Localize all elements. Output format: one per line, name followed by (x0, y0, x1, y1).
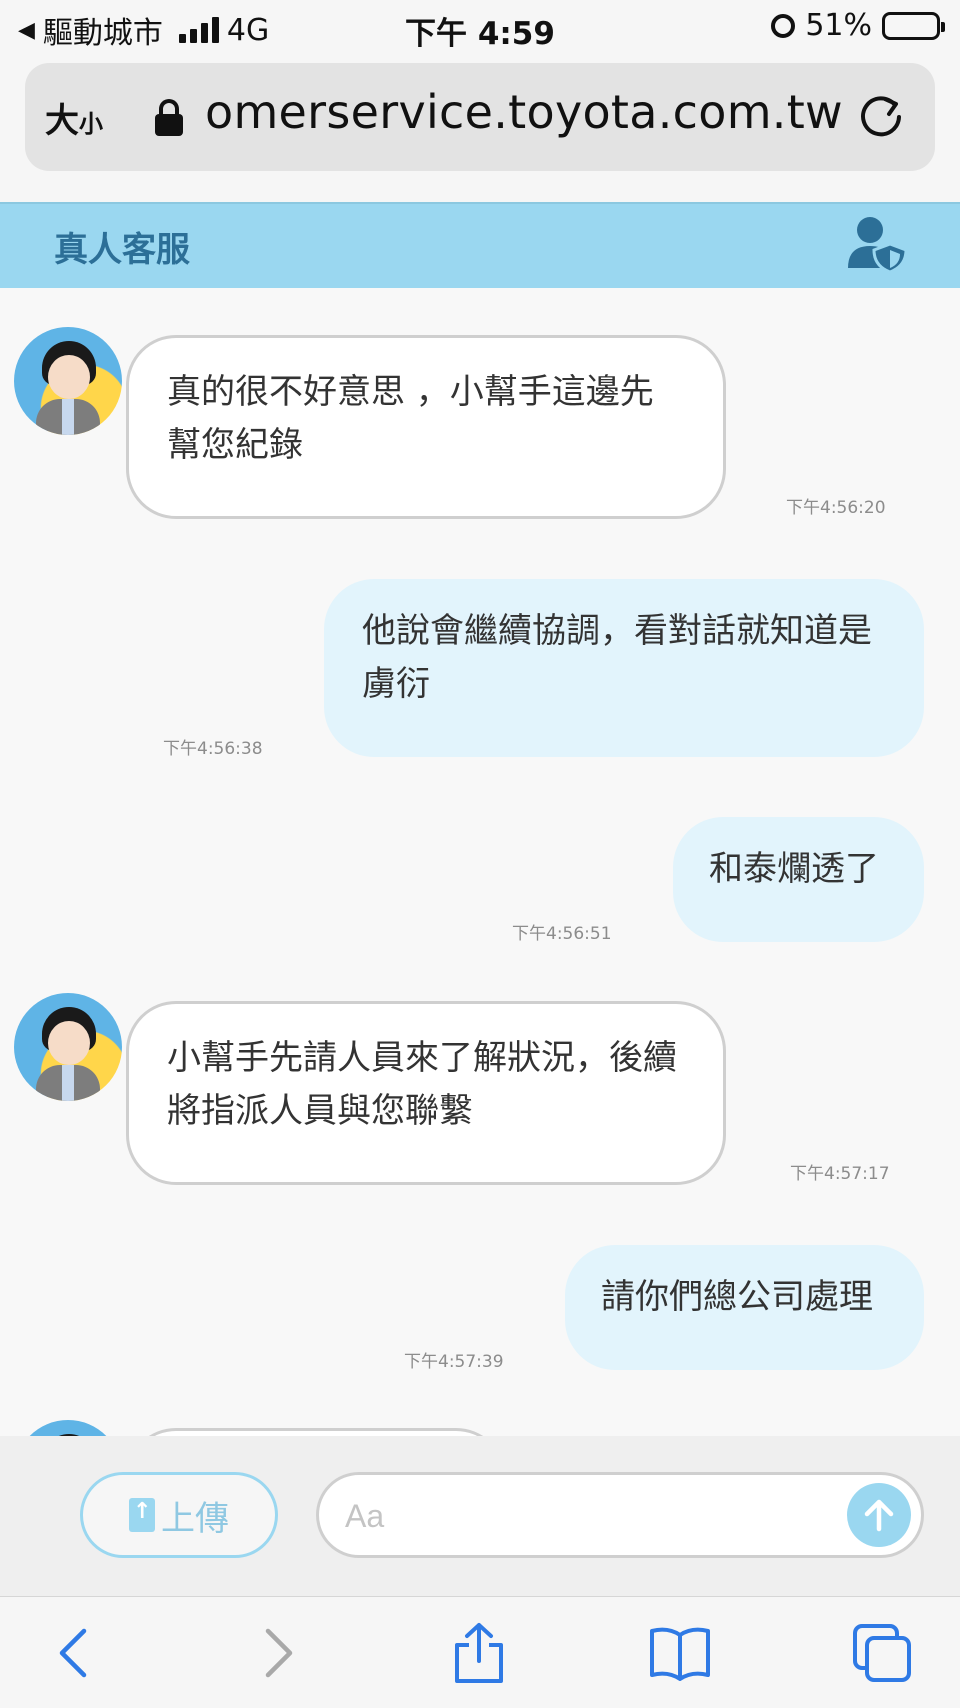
tabs-button[interactable] (850, 1621, 914, 1685)
bot-avatar (14, 327, 122, 435)
chat-header: 真人客服 (0, 202, 960, 288)
lock-icon (155, 99, 183, 137)
book-icon (650, 1627, 710, 1681)
browser-toolbar (0, 1596, 960, 1708)
file-upload-icon (129, 1498, 155, 1532)
user-message-bubble: 請你們總公司處理 (565, 1245, 924, 1370)
bookmarks-button[interactable] (648, 1621, 712, 1685)
status-right: 51% (771, 8, 945, 43)
battery-percent: 51% (805, 8, 872, 43)
message-timestamp: 下午4:56:38 (163, 739, 263, 759)
back-button[interactable] (42, 1621, 106, 1685)
bot-avatar (14, 1420, 122, 1436)
page-title: 真人客服 (54, 230, 190, 270)
text-size-button[interactable]: 大小 (45, 93, 103, 142)
user-message-bubble: 和泰爛透了 (673, 817, 924, 942)
user-message-bubble: 他說會繼續協調，看對話就知道是虜衍 (324, 579, 924, 757)
bot-message-bubble: 小幫手先請人員來了解狀況，後續將指派人員與您聯繫 (126, 1001, 726, 1185)
url-text[interactable]: omerservice.toyota.com.tw (205, 85, 843, 139)
bot-avatar (14, 993, 122, 1101)
status-bar: ◀ 驅動城市 4G 下午 4:59 51% (0, 0, 960, 56)
chevron-right-icon (265, 1628, 293, 1678)
share-button[interactable] (447, 1621, 511, 1685)
upload-label: 上傳 (161, 1498, 229, 1539)
message-timestamp: 下午4:57:17 (790, 1164, 890, 1184)
message-timestamp: 下午4:57:39 (404, 1352, 504, 1372)
share-icon (455, 1623, 503, 1683)
message-input-wrapper[interactable] (316, 1472, 924, 1558)
message-input[interactable] (345, 1491, 825, 1541)
message-composer: 上傳 (0, 1436, 960, 1596)
message-timestamp: 下午4:56:51 (512, 924, 612, 944)
chat-messages[interactable]: 真的很不好意思 ，小幫手這邊先幫您紀錄 下午4:56:20 他說會繼續協調，看對… (0, 288, 960, 1436)
user-shield-icon[interactable] (846, 214, 910, 274)
battery-icon (882, 11, 945, 40)
alarm-icon (771, 13, 796, 38)
forward-button[interactable] (246, 1621, 310, 1685)
arrow-up-icon (864, 1499, 894, 1532)
bot-message-bubble (126, 1428, 506, 1436)
tabs-icon (853, 1624, 911, 1682)
reload-icon[interactable] (855, 91, 907, 143)
bot-message-bubble: 真的很不好意思 ，小幫手這邊先幫您紀錄 (126, 335, 726, 519)
chevron-left-icon (59, 1628, 87, 1678)
message-timestamp: 下午4:56:20 (786, 498, 886, 518)
send-button[interactable] (847, 1483, 911, 1547)
upload-button[interactable]: 上傳 (80, 1472, 278, 1558)
address-bar[interactable]: 大小 omerservice.toyota.com.tw (25, 63, 935, 171)
